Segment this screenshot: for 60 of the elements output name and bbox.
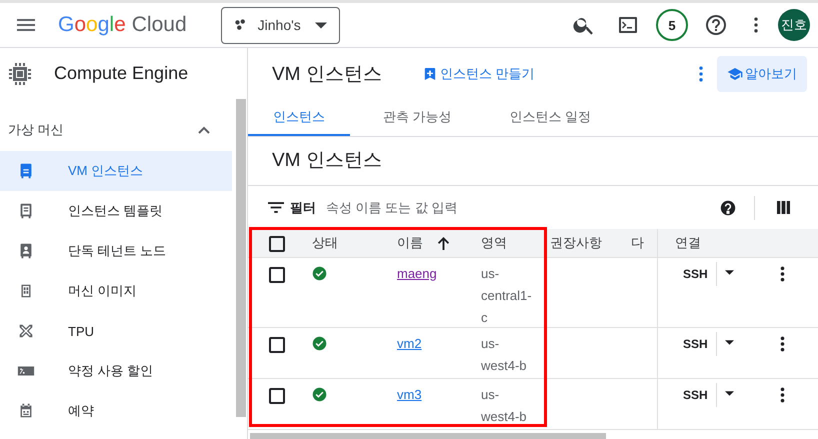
tab[interactable]: 인스턴스 일정 xyxy=(484,99,616,136)
user-avatar[interactable]: 진호 xyxy=(778,9,810,41)
scrollbar[interactable] xyxy=(236,99,246,417)
add-icon xyxy=(424,66,436,80)
filter-label: 필터 xyxy=(290,198,316,216)
scrollbar[interactable] xyxy=(250,433,606,439)
zone-cell-text: us-west4-b xyxy=(481,335,528,375)
instance-link[interactable]: maeng xyxy=(397,266,437,281)
tab[interactable]: 관측 가능성 xyxy=(358,99,477,136)
row-checkbox[interactable] xyxy=(269,337,285,353)
column-header[interactable]: 다 xyxy=(631,234,644,252)
more-icon[interactable] xyxy=(780,266,785,282)
ssh-button[interactable]: SSH xyxy=(675,262,717,286)
instance-link[interactable]: vm2 xyxy=(397,336,422,351)
column-header[interactable]: 연결 xyxy=(675,234,701,252)
row-checkbox[interactable] xyxy=(269,388,285,404)
more-icon[interactable] xyxy=(780,336,785,352)
page-title: VM 인스턴스 xyxy=(272,62,382,86)
dropdown-arrow-icon[interactable] xyxy=(724,340,734,345)
chip-icon xyxy=(8,62,32,86)
learn-button[interactable]: 알아보기 xyxy=(717,56,807,92)
sidebar-item[interactable]: 인스턴스 템플릿 xyxy=(0,191,232,231)
tpu-icon xyxy=(17,322,35,340)
column-header[interactable]: 영역 xyxy=(481,234,507,252)
column-header[interactable]: 권장사항 xyxy=(550,234,602,252)
sidebar-item[interactable]: 단독 테넌트 노드 xyxy=(0,231,232,271)
columns-icon[interactable] xyxy=(777,201,790,214)
filter-icon[interactable] xyxy=(268,202,284,213)
sidebar-item[interactable]: TPU xyxy=(0,311,232,351)
help-icon[interactable] xyxy=(704,13,728,37)
help-icon[interactable] xyxy=(720,200,736,216)
google-cloud-logo[interactable]: Google Cloud xyxy=(58,13,187,37)
dropdown-arrow-icon[interactable] xyxy=(724,270,734,275)
graduation-cap-icon xyxy=(727,66,743,80)
instance-link[interactable]: vm3 xyxy=(397,387,422,402)
product-name: Compute Engine xyxy=(54,63,188,84)
more-icon[interactable] xyxy=(780,387,785,403)
sidebar-item[interactable]: VM 인스턴스 xyxy=(0,151,232,191)
sidebar-item[interactable]: 약정 사용 할인 xyxy=(0,351,232,391)
sidebar-item[interactable]: 머신 이미지 xyxy=(0,271,232,311)
dropdown-arrow-icon[interactable] xyxy=(724,391,734,396)
section-label: 가상 머신 xyxy=(8,121,64,139)
project-picker[interactable]: Jinho's xyxy=(220,6,340,44)
tab[interactable]: 인스턴스 xyxy=(248,99,350,136)
dots-icon xyxy=(234,18,248,32)
column-header[interactable]: 상태 xyxy=(312,234,338,252)
notification-count[interactable]: 5 xyxy=(656,9,688,41)
chevron-icon[interactable] xyxy=(198,126,210,134)
caret-icon xyxy=(314,22,327,28)
filter-input[interactable]: 속성 이름 또는 값 입력 xyxy=(324,199,720,216)
zone-cell-text: us-west4-b xyxy=(481,386,528,426)
create-instance-button[interactable]: 인스턴스 만들기 xyxy=(420,60,538,86)
row-checkbox[interactable] xyxy=(269,267,285,283)
section-heading: VM 인스턴스 xyxy=(248,137,818,186)
sort-arrow-icon[interactable] xyxy=(437,236,450,250)
column-header[interactable]: 이름 xyxy=(397,234,423,252)
sidebar-item[interactable]: 예약 xyxy=(0,391,232,431)
ssh-button[interactable]: SSH xyxy=(675,332,717,356)
ssh-button[interactable]: SSH xyxy=(675,383,717,407)
select-all-checkbox[interactable] xyxy=(269,236,285,252)
